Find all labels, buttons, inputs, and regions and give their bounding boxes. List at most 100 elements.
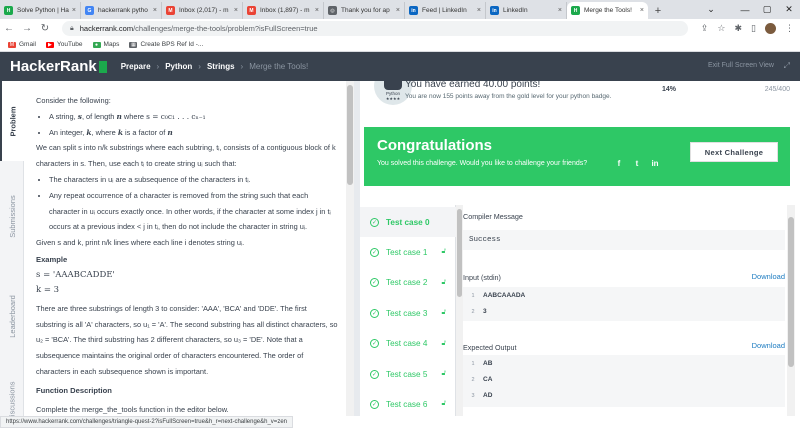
problem-inputs-list: A string, s, of length n where s = c₀c₁ … (36, 109, 338, 141)
test-case-item[interactable]: ✓ Test case 6 🔓︎ (360, 389, 456, 416)
close-tab-icon[interactable]: × (315, 7, 319, 14)
example-k: k = 3 (36, 284, 60, 295)
test-case-output: Compiler Message Success Input (stdin) D… (463, 205, 785, 416)
scroll-thumb[interactable] (788, 217, 794, 367)
problem-side-tabs: Problem Submissions Leaderboard Discussi… (0, 81, 24, 421)
example-s: s = 'AAABCADDE' (36, 269, 115, 280)
points-earned-text: You have earned 40.00 points! (405, 81, 541, 90)
sidepanel-icon[interactable]: ▯ (751, 23, 756, 34)
browser-tab[interactable]: H Merge the Tools! × (567, 2, 648, 19)
test-case-item[interactable]: ✓ Test case 0 (360, 207, 456, 237)
next-challenge-button[interactable]: Next Challenge (690, 142, 778, 162)
bookmark-item[interactable]: ▶ YouTube (45, 41, 83, 48)
extensions-icon[interactable]: ✱ (735, 23, 743, 34)
points-away-text: You are now 155 points away from the gol… (405, 93, 612, 100)
close-tab-icon[interactable]: × (477, 7, 481, 14)
address-host: hackerrank.com (79, 24, 134, 33)
breadcrumb: Prepare › Python › Strings › Merge the T… (121, 62, 308, 71)
congrats-subtitle: You solved this challenge. Would you lik… (377, 160, 588, 167)
close-tab-icon[interactable]: × (640, 7, 644, 14)
scroll-thumb[interactable] (347, 85, 353, 185)
crumb-python[interactable]: Python (165, 62, 192, 71)
logo-text: HackerRank (10, 58, 97, 75)
close-tab-icon[interactable]: × (153, 7, 157, 14)
check-circle-icon: ✓ (370, 369, 379, 379)
profile-avatar[interactable] (765, 23, 776, 34)
browser-tab[interactable]: M Inbox (1,897) - m × (243, 2, 324, 19)
back-icon[interactable]: ← (0, 19, 18, 38)
test-case-item[interactable]: ✓ Test case 4 🔓︎ (360, 329, 456, 359)
input-download-link[interactable]: Download (752, 272, 785, 281)
forward-icon[interactable]: → (18, 19, 36, 38)
scroll-thumb[interactable] (457, 209, 462, 297)
crumb-prepare[interactable]: Prepare (121, 62, 151, 71)
problem-paragraph-4: Complete the merge_the_tools function in… (36, 404, 229, 414)
crumb-current: Merge the Tools! (249, 62, 309, 71)
close-tab-icon[interactable]: × (396, 7, 400, 14)
input-label: Input (stdin) (463, 273, 501, 282)
close-tab-icon[interactable]: × (558, 7, 562, 14)
gmail-icon: M (247, 6, 256, 15)
test-case-scrollbar[interactable] (456, 205, 463, 416)
twitter-icon[interactable]: t (632, 158, 642, 168)
browser-tab[interactable]: H Solve Python | Ha × (0, 2, 81, 19)
browser-tab[interactable]: ◎ Thank you for ap × (324, 2, 405, 19)
new-tab-button[interactable]: + (650, 2, 666, 19)
hackerrank-logo[interactable]: HackerRank (10, 58, 107, 75)
expected-output-box (463, 355, 785, 407)
bookmark-label: Gmail (19, 41, 36, 48)
expand-icon[interactable]: ⤢ (784, 61, 790, 71)
close-tab-icon[interactable]: × (234, 7, 238, 14)
address-bar[interactable]: 🔒︎ hackerrank.com/challenges/merge-the-t… (62, 21, 688, 36)
tab-title: Solve Python | Ha (17, 7, 69, 14)
bookmark-item[interactable]: M Gmail (8, 41, 36, 48)
browser-tab[interactable]: Ghackerrank pytho × (81, 2, 162, 19)
check-circle-icon: ✓ (370, 247, 379, 257)
test-case-item[interactable]: ✓ Test case 1 🔓︎ (360, 237, 456, 267)
browser-tab[interactable]: in Feed | LinkedIn × (405, 2, 486, 19)
share-icon[interactable]: ⇪ (701, 23, 709, 34)
problem-scrollbar[interactable] (346, 81, 354, 416)
tab-search-icon[interactable]: ⌄ (694, 0, 728, 19)
maps-icon: ● (92, 41, 101, 48)
line-value: AABCAAADA (483, 292, 526, 299)
line-value: CA (483, 376, 493, 383)
bookmark-star-icon[interactable]: ☆ (717, 23, 725, 34)
text: A string, (49, 111, 78, 121)
test-case-item[interactable]: ✓ Test case 3 🔓︎ (360, 298, 456, 328)
check-circle-icon: ✓ (370, 217, 379, 227)
unlock-icon: 🔓︎ (441, 370, 446, 377)
test-case-item[interactable]: ✓ Test case 5 🔓︎ (360, 359, 456, 389)
tab-problem[interactable]: Problem (0, 81, 24, 161)
linkedin-icon[interactable]: in (650, 158, 660, 168)
line-value: AD (483, 392, 493, 399)
menu-icon[interactable]: ⋮ (785, 23, 794, 34)
tab-label: Discussions (7, 380, 17, 422)
crumb-strings[interactable]: Strings (207, 62, 235, 71)
bookmark-item[interactable]: ▦ Create BPS Ref Id -... (129, 41, 203, 48)
facebook-icon[interactable]: f (614, 158, 624, 168)
expected-download-link[interactable]: Download (752, 341, 785, 350)
exit-fullscreen-link[interactable]: Exit Full Screen View (708, 62, 774, 69)
tab-title: Merge the Tools! (584, 7, 632, 14)
browser-tab[interactable]: in LinkedIn × (486, 2, 567, 19)
test-case-list: ✓ Test case 0 ✓ Test case 1 🔓︎ ✓ Test case 2 🔓︎… (360, 205, 456, 416)
problem-paragraph-2: Given s and k, print n/k lines where eac… (36, 238, 245, 248)
tab-leaderboard[interactable]: Leaderboard (0, 271, 24, 361)
test-case-item[interactable]: ✓ Test case 2 🔓︎ (360, 268, 456, 298)
browser-tab[interactable]: M Inbox (2,017) - m × (162, 2, 243, 19)
logo-square-icon (98, 60, 107, 73)
unlock-icon: 🔓︎ (441, 339, 446, 347)
line-value: AB (483, 360, 493, 367)
page-scrollbar[interactable] (787, 205, 795, 416)
test-case-label: Test case 3 (386, 308, 428, 318)
status-url: https://www.hackerrank.com/challenges/tr… (0, 416, 293, 428)
text: is a factor of (122, 127, 168, 137)
hackerrank-header: HackerRank Prepare › Python › Strings › … (0, 52, 800, 81)
bookmark-item[interactable]: ● Maps (92, 41, 119, 48)
close-window-button[interactable]: ✕ (772, 0, 800, 19)
reload-icon[interactable]: ↻ (36, 19, 54, 38)
tab-submissions[interactable]: Submissions (0, 171, 24, 261)
close-tab-icon[interactable]: × (72, 7, 76, 14)
test-case-label: Test case 1 (386, 247, 428, 257)
